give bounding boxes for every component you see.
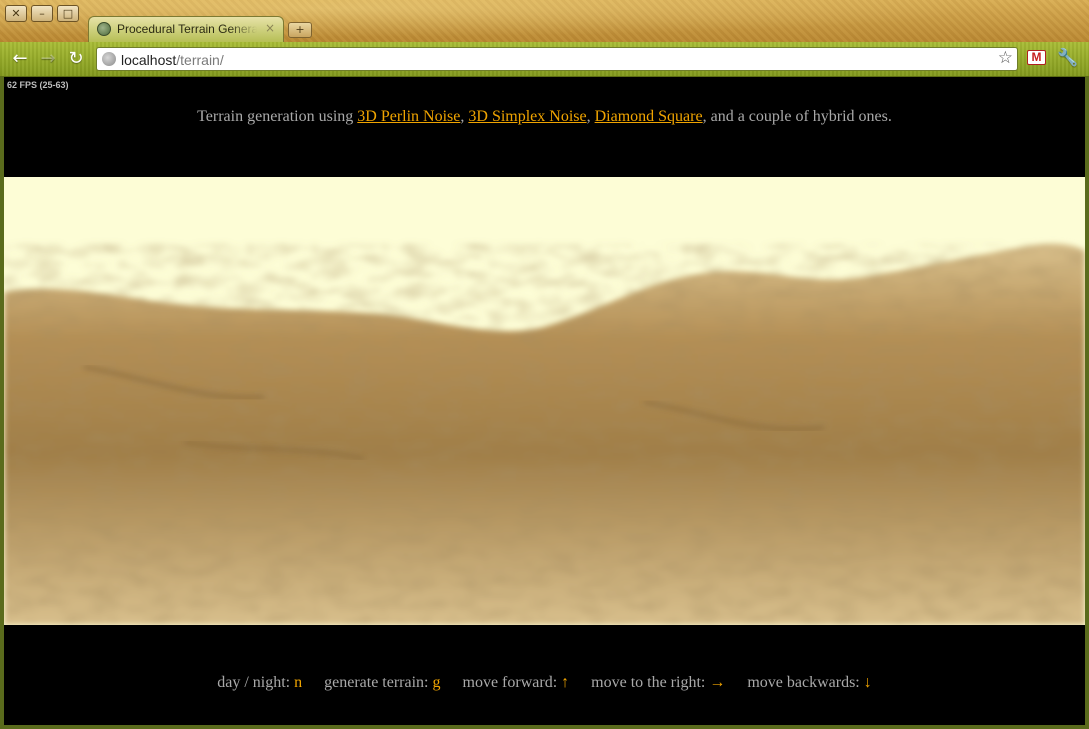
reload-icon[interactable]: ↻	[66, 49, 86, 69]
url-host: localhost	[121, 52, 177, 68]
control-label: day / night:	[217, 674, 295, 691]
address-url[interactable]: localhost/terrain/	[121, 52, 224, 68]
control-key: →	[709, 674, 726, 691]
tab-favicon-icon	[97, 22, 111, 36]
globe-icon	[102, 52, 116, 66]
perlin-noise-link[interactable]: 3D Perlin Noise	[357, 108, 460, 125]
control-key: n	[294, 674, 303, 691]
intro-prefix: Terrain generation using	[197, 108, 358, 125]
address-bar[interactable]: localhost/terrain/ ☆	[96, 47, 1018, 71]
tab-title: Procedural Terrain Generator	[117, 22, 257, 36]
control-move-backwards: move backwards: ↓	[747, 674, 871, 691]
forward-arrow-icon[interactable]: →	[38, 49, 58, 69]
browser-toolbar: ← → ↻ localhost/terrain/ ☆ M 🔧	[0, 42, 1089, 77]
wrench-icon[interactable]: 🔧	[1057, 48, 1078, 68]
control-move-right: move to the right: →	[591, 674, 725, 691]
intro-suffix: , and a couple of hybrid ones.	[702, 108, 892, 125]
control-day-night: day / night: n	[217, 674, 302, 691]
simplex-noise-link[interactable]: 3D Simplex Noise	[468, 108, 586, 125]
keyboard-controls: day / night: n generate terrain: g move …	[4, 674, 1085, 692]
gmail-icon[interactable]: M	[1027, 50, 1046, 65]
url-path: /terrain/	[176, 52, 224, 68]
control-label: move to the right:	[591, 674, 710, 691]
window-titlebar: ✕ – □ Procedural Terrain Generator × +	[0, 0, 1089, 42]
control-key: ↓	[863, 674, 872, 691]
back-arrow-icon[interactable]: ←	[10, 49, 30, 69]
diamond-square-link[interactable]: Diamond Square	[595, 108, 703, 125]
terrain-render	[4, 177, 1085, 625]
fps-counter: 62 FPS (25-63)	[7, 80, 69, 90]
star-icon[interactable]: ☆	[998, 48, 1013, 68]
control-generate-terrain: generate terrain: g	[324, 674, 440, 691]
terrain-canvas[interactable]	[4, 177, 1085, 625]
new-tab-button[interactable]: +	[288, 22, 312, 38]
control-label: move forward:	[462, 674, 562, 691]
window-minimize-button[interactable]: –	[31, 5, 53, 22]
window-maximize-button[interactable]: □	[57, 5, 79, 22]
browser-tab[interactable]: Procedural Terrain Generator ×	[88, 16, 284, 42]
intro-separator: ,	[586, 108, 595, 125]
control-key: g	[432, 674, 441, 691]
control-key: ↑	[561, 674, 570, 691]
intro-text: Terrain generation using 3D Perlin Noise…	[4, 108, 1085, 126]
control-label: generate terrain:	[324, 674, 433, 691]
control-label: move backwards:	[747, 674, 864, 691]
tab-close-icon[interactable]: ×	[265, 21, 275, 35]
window-close-button[interactable]: ✕	[5, 5, 27, 22]
page-viewport: 62 FPS (25-63) Terrain generation using …	[4, 77, 1085, 725]
control-move-forward: move forward: ↑	[463, 674, 570, 691]
